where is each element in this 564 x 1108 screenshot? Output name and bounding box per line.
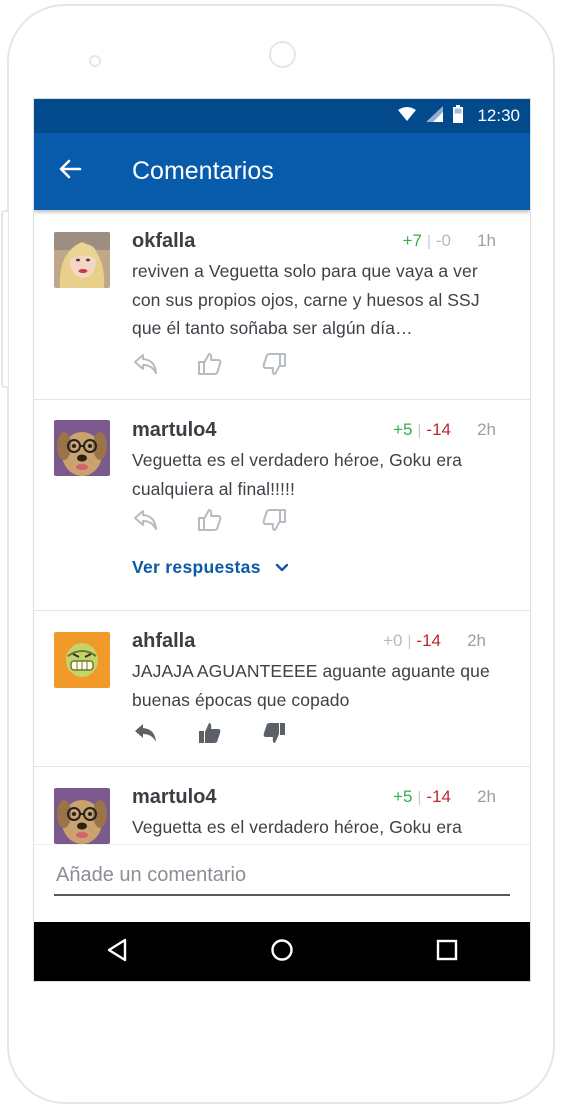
status-time: 12:30 <box>477 106 520 125</box>
comment-item: okfalla +7 | -0 1h reviven a Veguetta so… <box>34 210 530 400</box>
comment-time: 2h <box>477 787 496 806</box>
downvote-count: -14 <box>426 787 451 806</box>
downvote-count: -14 <box>416 631 441 650</box>
comment-author[interactable]: ahfalla <box>132 630 195 653</box>
comment-author[interactable]: martulo4 <box>132 786 216 809</box>
reply-button[interactable] <box>132 508 160 536</box>
back-arrow-icon <box>58 159 82 184</box>
upvote-count: +0 <box>383 631 403 650</box>
comment-time: 2h <box>477 420 496 439</box>
phone-camera <box>269 41 296 68</box>
page-title: Comentarios <box>132 157 274 185</box>
nav-back-button[interactable] <box>97 933 137 973</box>
reply-icon <box>133 721 159 750</box>
vote-separator: | <box>407 632 412 650</box>
vote-counts: +7 | -0 <box>403 231 451 251</box>
comment-input[interactable] <box>54 858 510 896</box>
like-button[interactable] <box>196 508 224 536</box>
comment-actions <box>132 721 324 749</box>
avatar[interactable] <box>54 788 110 844</box>
comment-actions <box>132 508 324 536</box>
thumbs-up-icon <box>197 352 223 381</box>
nav-recents-icon <box>436 939 458 966</box>
reply-button[interactable] <box>132 352 160 380</box>
thumbs-down-icon <box>261 352 287 381</box>
nav-home-button[interactable] <box>262 933 302 973</box>
status-bar: 12:30 <box>34 99 530 133</box>
comment-item: martulo4 +5 | -14 2h Veguetta es el verd… <box>34 400 530 611</box>
nav-back-icon <box>106 938 128 967</box>
chevron-down-icon <box>275 557 289 578</box>
downvote-count: -14 <box>426 420 451 439</box>
system-nav-bar <box>34 922 530 981</box>
avatar[interactable] <box>54 632 110 688</box>
thumbs-down-icon <box>261 721 287 750</box>
nav-home-icon <box>270 938 294 967</box>
avatar[interactable] <box>54 420 110 476</box>
phone-side-button <box>1 210 8 388</box>
comment-author[interactable]: okfalla <box>132 230 195 253</box>
comment-text: Veguetta es el verdadero héroe, Goku era <box>132 817 462 837</box>
dislike-button[interactable] <box>260 721 288 749</box>
comments-list[interactable]: okfalla +7 | -0 1h reviven a Veguetta so… <box>34 210 530 844</box>
phone-speaker <box>89 55 101 67</box>
comment-author[interactable]: martulo4 <box>132 419 216 442</box>
app-bar: Comentarios <box>34 133 530 210</box>
wifi-icon <box>398 106 417 126</box>
thumbs-up-icon <box>197 508 223 537</box>
screen: 12:30 Comentarios okfalla +7 | -0 1h rev… <box>33 98 531 982</box>
thumbs-down-icon <box>261 508 287 537</box>
comment-text: reviven a Veguetta solo para que vaya a … <box>132 261 480 338</box>
vote-separator: | <box>426 232 431 250</box>
back-button[interactable] <box>54 155 86 187</box>
comment-time: 1h <box>477 231 496 250</box>
view-replies-button[interactable]: Ver respuestas <box>132 557 289 578</box>
vote-counts: +0 | -14 <box>383 631 441 651</box>
reply-icon <box>133 352 159 381</box>
like-button[interactable] <box>196 352 224 380</box>
comment-item: ahfalla +0 | -14 2h JAJAJA AGUANTEEEE ag… <box>34 611 530 767</box>
upvote-count: +5 <box>393 787 413 806</box>
comment-item: martulo4 +5 | -14 2h Veguetta es el verd… <box>34 767 530 844</box>
avatar[interactable] <box>54 232 110 288</box>
vote-separator: | <box>417 421 422 439</box>
comment-text: JAJAJA AGUANTEEEE aguante aguante que bu… <box>132 661 490 710</box>
vote-counts: +5 | -14 <box>393 787 451 807</box>
thumbs-up-icon <box>197 721 223 750</box>
vote-counts: +5 | -14 <box>393 420 451 440</box>
dislike-button[interactable] <box>260 352 288 380</box>
comment-actions <box>132 352 324 380</box>
downvote-count: -0 <box>435 231 451 250</box>
dislike-button[interactable] <box>260 508 288 536</box>
comment-input-area <box>34 844 530 923</box>
signal-icon <box>426 105 444 127</box>
view-replies-label: Ver respuestas <box>132 557 261 577</box>
reply-button[interactable] <box>132 721 160 749</box>
like-button[interactable] <box>196 721 224 749</box>
comment-text: Veguetta es el verdadero héroe, Goku era… <box>132 450 462 499</box>
upvote-count: +7 <box>402 231 422 250</box>
comment-time: 2h <box>467 631 486 650</box>
upvote-count: +5 <box>393 420 413 439</box>
battery-icon <box>453 104 464 128</box>
vote-separator: | <box>417 788 422 806</box>
reply-icon <box>133 508 159 537</box>
nav-recents-button[interactable] <box>427 933 467 973</box>
